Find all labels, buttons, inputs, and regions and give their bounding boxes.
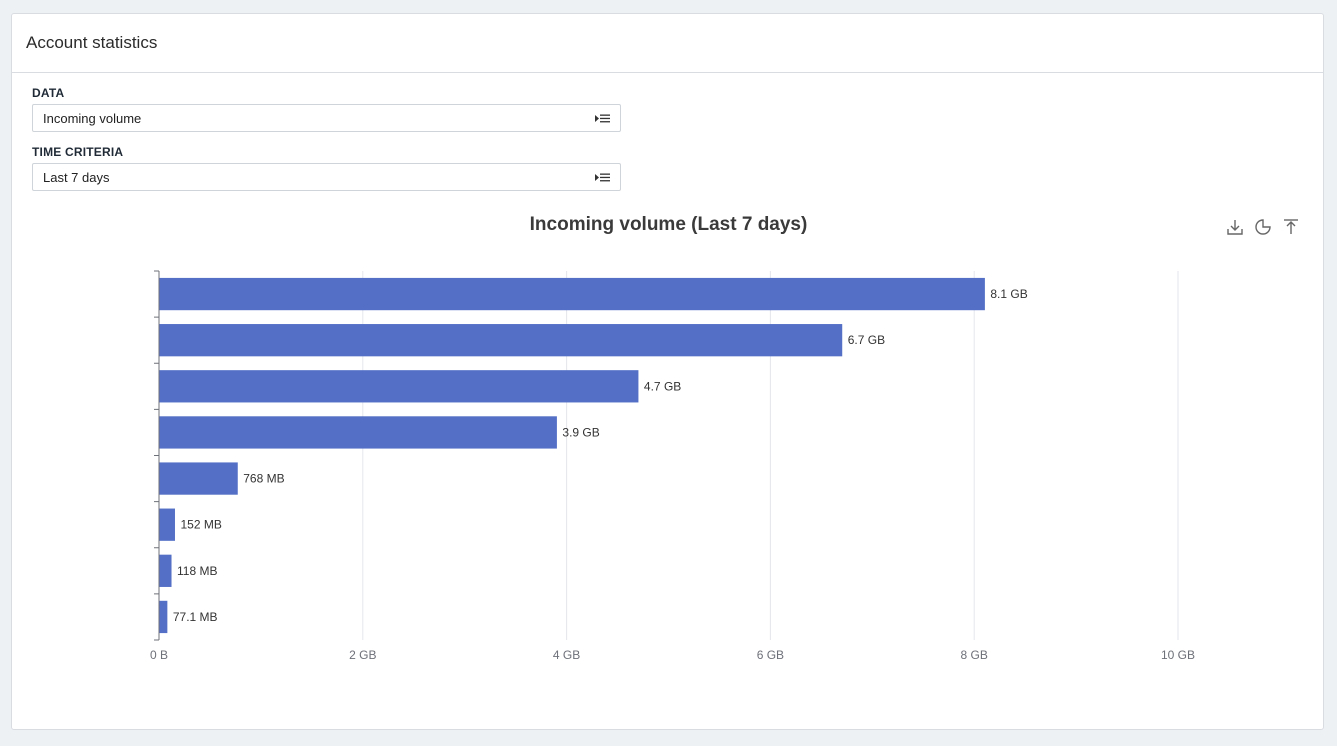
x-tick-label: 0 B (150, 648, 168, 662)
bar-data-label: 4.7 GB (644, 379, 681, 393)
x-tick-label: 8 GB (961, 648, 988, 662)
bar (159, 462, 238, 495)
bar (159, 277, 985, 311)
x-tick-label: 6 GB (757, 648, 784, 662)
bar (159, 508, 175, 541)
bar (159, 324, 843, 357)
account-statistics-panel: Account statistics DATA Incoming volume … (11, 13, 1324, 730)
bar (159, 554, 172, 587)
bar-data-label: 3.9 GB (562, 425, 599, 439)
bar-data-label: 8.1 GB (990, 287, 1027, 301)
bar (159, 370, 639, 403)
x-tick-label: 10 GB (1161, 648, 1195, 662)
x-tick-label: 2 GB (349, 648, 376, 662)
bar-data-label: 118 MB (177, 564, 217, 578)
bar-data-label: 152 MB (180, 518, 221, 532)
bar-data-label: 768 MB (243, 472, 284, 486)
bar (159, 600, 168, 634)
bar (159, 416, 557, 449)
bar-data-label: 6.7 GB (848, 333, 885, 347)
x-tick-label: 4 GB (553, 648, 580, 662)
bar-data-label: 77.1 MB (173, 610, 218, 624)
bar-chart: 0 B 2 GB 4 GB 6 GB 8 GB 10 GB 8.1 GB 6.7 GB 4.7 … (150, 270, 1195, 662)
